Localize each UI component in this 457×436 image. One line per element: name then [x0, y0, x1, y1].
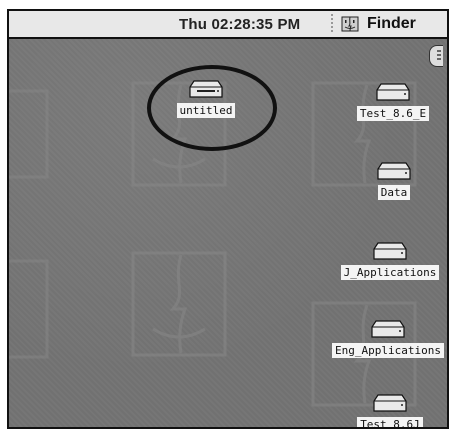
- menubar-clock[interactable]: Thu 02:28:35 PM: [179, 16, 300, 33]
- finder-face-icon[interactable]: [341, 16, 359, 32]
- desktop-icon-label: J_Applications: [340, 265, 440, 280]
- hard-drive-icon: [377, 162, 411, 180]
- grip-icon: [437, 50, 441, 62]
- desktop-icon-j-applications[interactable]: J_Applications: [331, 241, 447, 280]
- menu-bar: Thu 02:28:35 PM Finder: [9, 11, 447, 39]
- annotation-circle: [147, 65, 277, 151]
- menubar-divider: [331, 14, 333, 34]
- desktop-icon-label: Eng_Applications: [332, 343, 444, 358]
- desktop-watermark-icon: [9, 259, 49, 359]
- screen-frame: Thu 02:28:35 PM Finder untitled Test_8.6…: [7, 9, 449, 429]
- desktop-icon-label: Data: [377, 185, 411, 200]
- application-menu-label[interactable]: Finder: [367, 15, 416, 33]
- desktop-icon-test-8-6j[interactable]: Test_8.6J: [345, 393, 435, 427]
- hard-drive-icon: [376, 83, 410, 101]
- desktop-watermark-icon: [131, 251, 227, 357]
- desktop-icon-test-8-6-e[interactable]: Test_8.6_E: [347, 82, 439, 121]
- desktop-icon-label: Test_8.6J: [357, 417, 423, 427]
- hard-drive-icon: [371, 320, 405, 338]
- control-strip-tab[interactable]: [429, 45, 443, 67]
- desktop-icon-eng-applications[interactable]: Eng_Applications: [327, 319, 447, 358]
- desktop-watermark-icon: [9, 89, 49, 179]
- hard-drive-icon: [373, 394, 407, 412]
- desktop-icon-label: Test_8.6_E: [356, 106, 430, 121]
- desktop-icon-data[interactable]: Data: [359, 161, 429, 200]
- hard-drive-icon: [373, 242, 407, 260]
